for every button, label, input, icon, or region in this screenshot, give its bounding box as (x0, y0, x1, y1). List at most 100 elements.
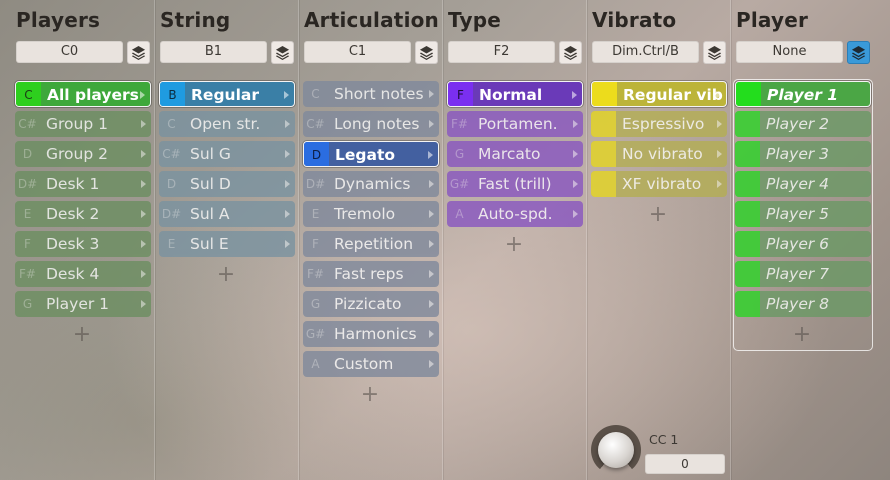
list-item[interactable]: Player 6 (735, 231, 871, 257)
list-item[interactable]: E Desk 2 (15, 201, 151, 227)
keyswitch-note: F# (19, 267, 36, 281)
keyswitch-note (735, 141, 760, 167)
list-item[interactable]: F Desk 3 (15, 231, 151, 257)
list-item[interactable]: F# Desk 4 (15, 261, 151, 287)
chevron-right-icon (717, 180, 722, 188)
articulation-keyswitch-field[interactable]: C1 (304, 41, 411, 63)
list-item[interactable]: D Legato (303, 141, 439, 167)
list-item[interactable]: Player 2 (735, 111, 871, 137)
list-item-label: Sul E (190, 235, 229, 253)
list-item-label: Legato (335, 146, 396, 164)
column-title: Articulation (304, 8, 439, 32)
chevron-right-icon (141, 180, 146, 188)
list-item[interactable]: Player 4 (735, 171, 871, 197)
keyswitch-note: C# (18, 117, 37, 131)
chevron-right-icon (429, 360, 434, 368)
list-item-label: Player 1 (767, 86, 839, 104)
list-item[interactable]: A Custom (303, 351, 439, 377)
list-item[interactable]: G Player 1 (15, 291, 151, 317)
list-item[interactable]: C# Sul G (159, 141, 295, 167)
list-item-label: XF vibrato (622, 175, 702, 193)
list-item-label: Sul A (190, 205, 230, 223)
vibrato-controller-field[interactable]: Dim.Ctrl/B (592, 41, 699, 63)
list-item[interactable]: D Group 2 (15, 141, 151, 167)
list-item-label: Regular vib (623, 86, 723, 104)
list-item[interactable]: C Short notes (303, 81, 439, 107)
keyswitch-note: C (167, 117, 176, 131)
keyswitch-note: D# (305, 177, 326, 191)
add-icon[interactable]: + (216, 264, 236, 286)
list-item[interactable]: Espressivo (591, 111, 727, 137)
string-layer-button[interactable] (271, 41, 294, 64)
list-item-label: Regular (191, 86, 259, 104)
list-item[interactable]: C All players (15, 81, 151, 107)
add-icon[interactable]: + (72, 324, 92, 346)
list-item[interactable]: G# Harmonics (303, 321, 439, 347)
list-item[interactable]: C Open str. (159, 111, 295, 137)
list-item-label: Sul D (190, 175, 231, 193)
list-item-label: Repetition (334, 235, 414, 253)
add-icon[interactable]: + (504, 234, 524, 256)
list-item[interactable]: D# Dynamics (303, 171, 439, 197)
list-item-label: Portamen. (478, 115, 558, 133)
list-item[interactable]: G# Fast (trill) (447, 171, 583, 197)
list-item[interactable]: D Sul D (159, 171, 295, 197)
keyswitch-note: G (310, 297, 321, 311)
type-keyswitch-field[interactable]: F2 (448, 41, 555, 63)
list-item[interactable]: Regular vib (591, 81, 727, 107)
list-item-label: Dynamics (334, 175, 411, 193)
list-item[interactable]: Player 1 (735, 81, 871, 107)
list-item[interactable]: Player 3 (735, 141, 871, 167)
column-divider (298, 0, 299, 480)
chevron-right-icon (285, 210, 290, 218)
chevron-right-icon (141, 210, 146, 218)
articulation-layer-button[interactable] (415, 41, 438, 64)
players-layer-button[interactable] (127, 41, 150, 64)
chevron-right-icon (141, 300, 146, 308)
list-item[interactable]: F# Portamen. (447, 111, 583, 137)
type-layer-button[interactable] (559, 41, 582, 64)
player-column: Player None Player 1 Player 2 Player 3 Play… (733, 0, 874, 480)
layers-icon (131, 45, 146, 60)
keyswitch-note (735, 111, 760, 137)
players-keyswitch-field[interactable]: C0 (16, 41, 123, 63)
player-keyswitch-field[interactable]: None (736, 41, 843, 63)
list-item[interactable]: G Pizzicato (303, 291, 439, 317)
list-item[interactable]: F Repetition (303, 231, 439, 257)
list-item[interactable]: E Sul E (159, 231, 295, 257)
keyswitch-note (735, 201, 760, 227)
list-item[interactable]: D# Desk 1 (15, 171, 151, 197)
list-item-label: Desk 2 (46, 205, 100, 223)
list-item[interactable]: F Normal (447, 81, 583, 107)
list-item-label: All players (47, 86, 139, 104)
list-item-label: Custom (334, 355, 394, 373)
keyswitch-note (591, 171, 616, 197)
list-item[interactable]: Player 5 (735, 201, 871, 227)
list-item[interactable]: B Regular (159, 81, 295, 107)
cc-knob[interactable] (598, 432, 634, 468)
string-keyswitch-field[interactable]: B1 (160, 41, 267, 63)
add-icon[interactable]: + (792, 324, 812, 346)
keyswitch-note: C# (306, 117, 325, 131)
list-item[interactable]: A Auto-spd. (447, 201, 583, 227)
list-item[interactable]: Player 7 (735, 261, 871, 287)
list-item[interactable]: XF vibrato (591, 171, 727, 197)
cc-value-field[interactable]: 0 (645, 454, 725, 474)
list-item[interactable]: F# Fast reps (303, 261, 439, 287)
add-icon[interactable]: + (648, 204, 668, 226)
keyswitch-note (591, 141, 616, 167)
list-item[interactable]: G Marcato (447, 141, 583, 167)
add-icon[interactable]: + (360, 384, 380, 406)
list-item[interactable]: No vibrato (591, 141, 727, 167)
list-item[interactable]: C# Long notes (303, 111, 439, 137)
column-divider (442, 0, 443, 480)
list-item[interactable]: C# Group 1 (15, 111, 151, 137)
vibrato-layer-button[interactable] (703, 41, 726, 64)
list-item[interactable]: E Tremolo (303, 201, 439, 227)
list-item[interactable]: Player 8 (735, 291, 871, 317)
chevron-right-icon (429, 330, 434, 338)
chevron-right-icon (573, 120, 578, 128)
column-title: Type (448, 8, 501, 32)
player-layer-button[interactable] (847, 41, 870, 64)
list-item[interactable]: D# Sul A (159, 201, 295, 227)
